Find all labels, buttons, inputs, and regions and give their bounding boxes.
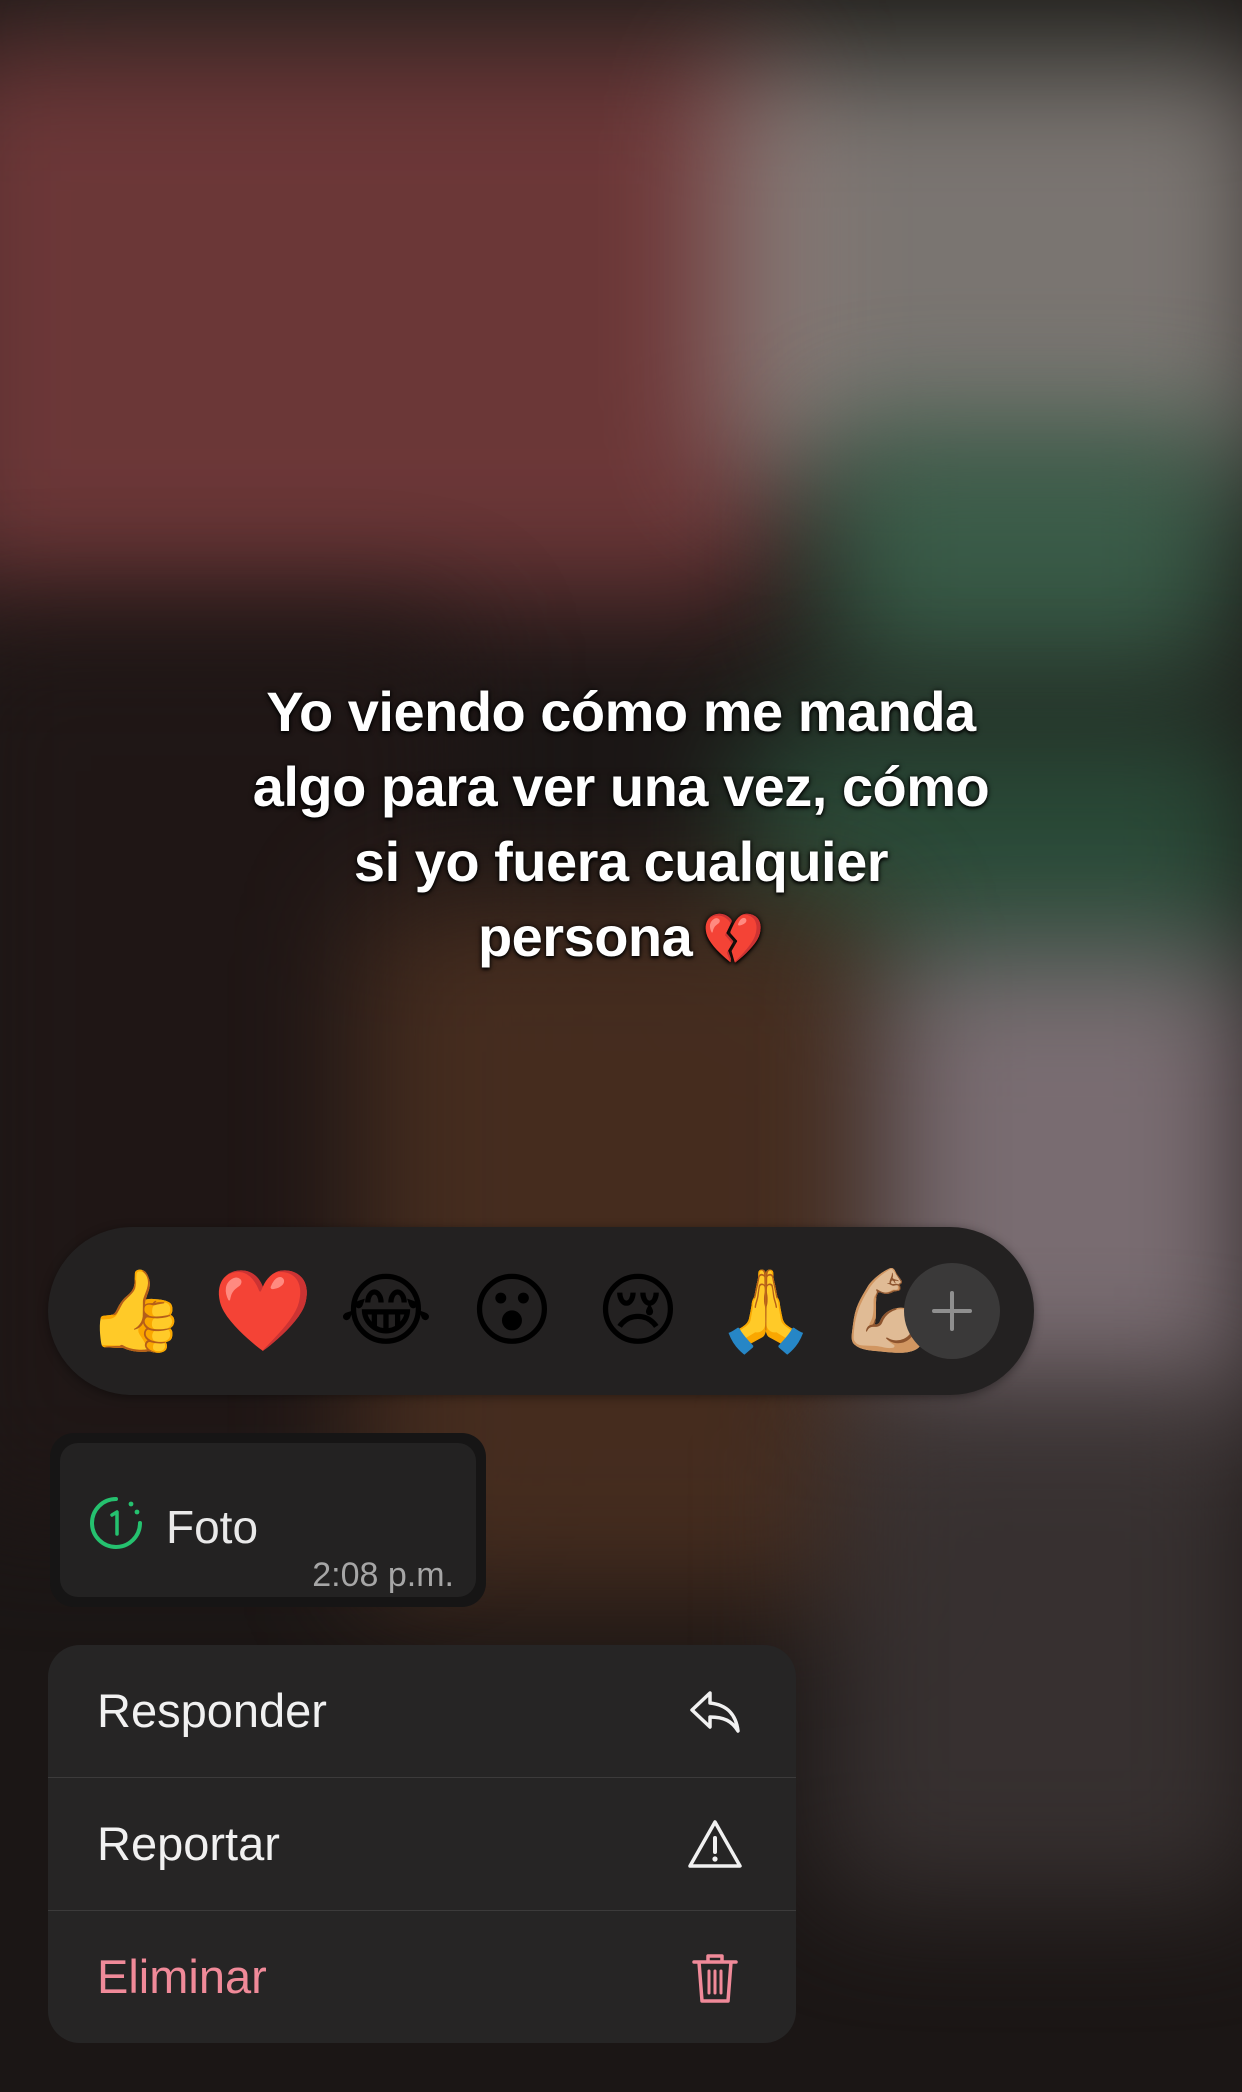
caption-line-4-text: persona [477, 905, 693, 968]
trash-icon [692, 1954, 738, 2003]
report-menu-item[interactable]: Reportar [48, 1778, 796, 1910]
message-bubble-frame: Foto 2:08 p.m. [50, 1433, 486, 1607]
message-label: Foto [166, 1501, 259, 1553]
reaction-heart[interactable]: ❤️ [213, 1263, 313, 1359]
report-label: Reportar [97, 1817, 280, 1870]
plus-icon [932, 1291, 972, 1331]
context-menu: Responder Reportar Eliminar [48, 1645, 796, 2043]
more-reactions-button[interactable] [904, 1263, 1000, 1359]
overlay-caption: Yo viendo cómo me manda algo para ver un… [171, 674, 1071, 977]
reply-menu-item[interactable]: Responder [48, 1645, 796, 1777]
caption-line-1: Yo viendo cómo me manda [266, 680, 976, 743]
reply-label: Responder [97, 1684, 327, 1737]
reaction-crying[interactable]: 😢 [590, 1263, 686, 1359]
reply-arrow-icon [690, 1691, 740, 1733]
reaction-bar: 👍 ❤️ 😂 😮 😢 🙏 💪🏼 [48, 1227, 1034, 1395]
view-once-photo-message[interactable]: Foto 2:08 p.m. [60, 1443, 476, 1597]
caption-line-4: persona 💔 [171, 899, 1071, 977]
delete-menu-item[interactable]: Eliminar [48, 1911, 796, 2043]
message-timestamp: 2:08 p.m. [312, 1556, 454, 1594]
caption-line-2: algo para ver una vez, cómo [252, 755, 990, 818]
reaction-praying-hands[interactable]: 🙏 [716, 1263, 816, 1359]
reaction-surprised[interactable]: 😮 [464, 1263, 560, 1359]
delete-label: Eliminar [97, 1950, 267, 2003]
reaction-thumbs-up[interactable]: 👍 [86, 1263, 186, 1359]
broken-heart-emoji: 💔 [702, 911, 765, 967]
caption-line-3: si yo fuera cualquier [353, 830, 889, 893]
warning-triangle-icon [688, 1820, 742, 1868]
view-once-timer-icon [90, 1497, 142, 1549]
reaction-laughing[interactable]: 😂 [338, 1263, 434, 1359]
